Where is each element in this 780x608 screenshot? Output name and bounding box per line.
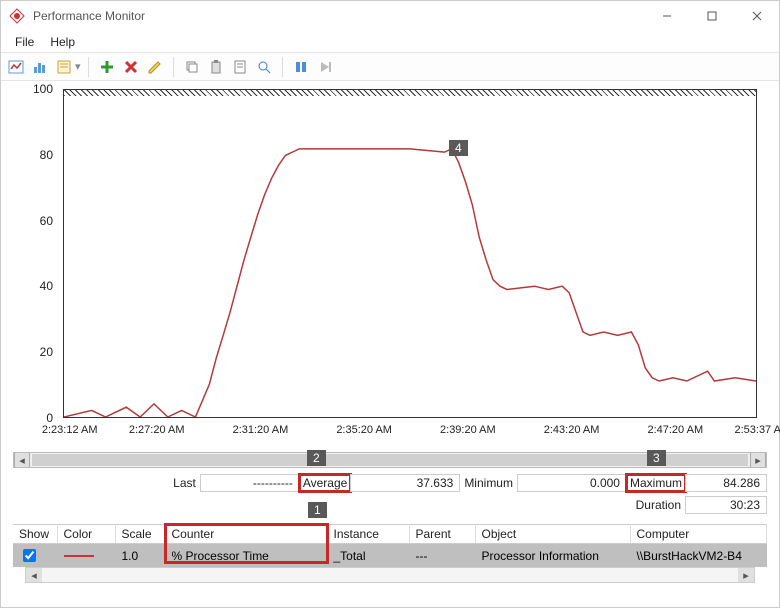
average-label: Average bbox=[300, 475, 350, 491]
app-icon bbox=[9, 8, 25, 24]
delete-counter-icon[interactable] bbox=[120, 56, 142, 78]
copy-icon[interactable] bbox=[181, 56, 203, 78]
freeze-icon[interactable] bbox=[290, 56, 312, 78]
performance-chart: 020406080100 2:23:12 AM2:27:20 AM2:31:20… bbox=[1, 81, 779, 446]
window-title: Performance Monitor bbox=[33, 9, 145, 23]
computer-cell: \\BurstHackVM2-B4 bbox=[630, 544, 767, 568]
counter-table: Show Color Scale Counter Instance Parent… bbox=[13, 524, 767, 567]
annotation-4: 4 bbox=[449, 140, 468, 156]
object-cell: Processor Information bbox=[475, 544, 630, 568]
maximum-label: Maximum bbox=[627, 475, 685, 491]
highlight-icon[interactable] bbox=[144, 56, 166, 78]
counter-cell: % Processor Time bbox=[165, 544, 327, 568]
annotation-2: 2 bbox=[307, 450, 326, 466]
dropdown-arrow-icon[interactable]: ▾ bbox=[75, 60, 81, 73]
properties-icon[interactable] bbox=[229, 56, 251, 78]
annotation-3: 3 bbox=[647, 450, 666, 466]
grid-scroll-right-icon[interactable]: ▸ bbox=[738, 568, 754, 582]
maximize-button[interactable] bbox=[689, 1, 734, 31]
show-checkbox[interactable] bbox=[23, 549, 36, 562]
color-sample bbox=[57, 544, 115, 568]
table-row[interactable]: 1.0 % Processor Time _Total --- Processo… bbox=[13, 544, 767, 568]
col-counter[interactable]: Counter bbox=[165, 525, 327, 544]
close-button[interactable] bbox=[734, 1, 779, 31]
scale-cell: 1.0 bbox=[115, 544, 165, 568]
average-value: 37.633 bbox=[350, 474, 460, 492]
grid-scrollbar[interactable]: ◂ ▸ bbox=[25, 567, 755, 583]
col-computer[interactable]: Computer bbox=[630, 525, 767, 544]
minimize-button[interactable] bbox=[644, 1, 689, 31]
add-counter-icon[interactable] bbox=[96, 56, 118, 78]
paste-icon[interactable] bbox=[205, 56, 227, 78]
scroll-right-icon[interactable]: ▸ bbox=[750, 453, 766, 467]
maximum-value: 84.286 bbox=[685, 474, 767, 492]
last-value: ---------- bbox=[200, 474, 300, 492]
zoom-icon[interactable] bbox=[253, 56, 275, 78]
col-color[interactable]: Color bbox=[57, 525, 115, 544]
instance-cell: _Total bbox=[327, 544, 409, 568]
minimum-label: Minimum bbox=[460, 476, 517, 490]
grid-scroll-left-icon[interactable]: ◂ bbox=[26, 568, 42, 582]
view-report-icon[interactable] bbox=[53, 56, 75, 78]
annotation-1: 1 bbox=[308, 502, 327, 518]
minimum-value: 0.000 bbox=[517, 474, 627, 492]
duration-value: 30:23 bbox=[685, 496, 767, 514]
menu-file[interactable]: File bbox=[7, 33, 42, 51]
col-show[interactable]: Show bbox=[13, 525, 57, 544]
last-label: Last bbox=[169, 476, 200, 490]
menu-help[interactable]: Help bbox=[42, 33, 83, 51]
view-histogram-icon[interactable] bbox=[29, 56, 51, 78]
duration-label: Duration bbox=[632, 498, 685, 512]
col-instance[interactable]: Instance bbox=[327, 525, 409, 544]
col-object[interactable]: Object bbox=[475, 525, 630, 544]
update-icon[interactable] bbox=[314, 56, 336, 78]
col-parent[interactable]: Parent bbox=[409, 525, 475, 544]
scroll-left-icon[interactable]: ◂ bbox=[14, 453, 30, 467]
col-scale[interactable]: Scale bbox=[115, 525, 165, 544]
view-graph-icon[interactable] bbox=[5, 56, 27, 78]
parent-cell: --- bbox=[409, 544, 475, 568]
